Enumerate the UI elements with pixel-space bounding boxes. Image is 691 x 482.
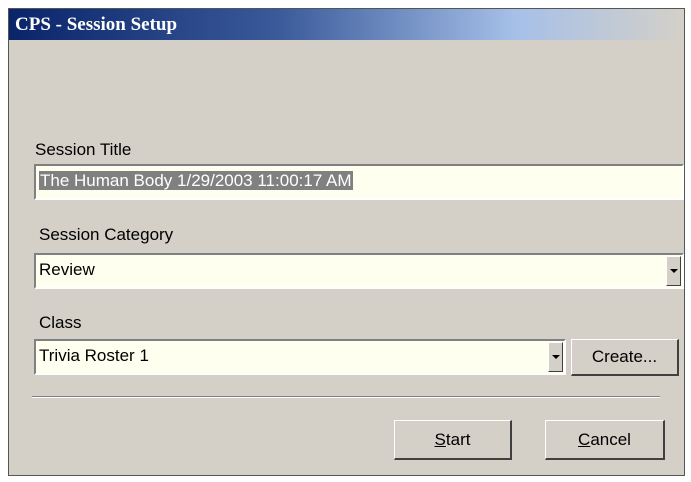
chevron-down-icon (552, 355, 560, 359)
start-button-label: Start (395, 430, 510, 450)
cancel-button-label: Cancel (546, 430, 663, 450)
create-class-button-label: Create... (591, 347, 658, 366)
start-label-rest: tart (445, 429, 471, 449)
cancel-label-rest: ancel (590, 429, 631, 449)
session-title-value: The Human Body 1/29/2003 11:00:17 AM (39, 171, 353, 190)
separator (32, 396, 660, 398)
session-title-label: Session Title (35, 140, 132, 159)
start-mnemonic: S (434, 429, 446, 449)
class-value: Trivia Roster 1 (39, 346, 149, 365)
title-bar[interactable]: CPS - Session Setup (9, 9, 684, 40)
session-category-select[interactable]: Review (34, 253, 684, 289)
cancel-button[interactable]: Cancel (545, 420, 665, 460)
cancel-mnemonic: C (578, 429, 591, 449)
session-category-value: Review (39, 260, 95, 279)
class-label: Class (39, 313, 82, 332)
class-select[interactable]: Trivia Roster 1 (34, 339, 566, 375)
session-title-value-wrap: The Human Body 1/29/2003 11:00:17 AM (39, 171, 353, 191)
start-button[interactable]: Start (394, 420, 512, 460)
session-setup-dialog: CPS - Session Setup Session Title The Hu… (8, 8, 685, 476)
chevron-down-icon (670, 269, 678, 273)
class-dropdown-button[interactable] (548, 342, 563, 372)
create-class-button[interactable]: Create... (571, 339, 679, 376)
session-title-input[interactable]: The Human Body 1/29/2003 11:00:17 AM (34, 164, 684, 200)
session-category-dropdown-button[interactable] (666, 256, 681, 286)
window-title: CPS - Session Setup (15, 14, 178, 35)
session-category-label: Session Category (39, 225, 174, 244)
